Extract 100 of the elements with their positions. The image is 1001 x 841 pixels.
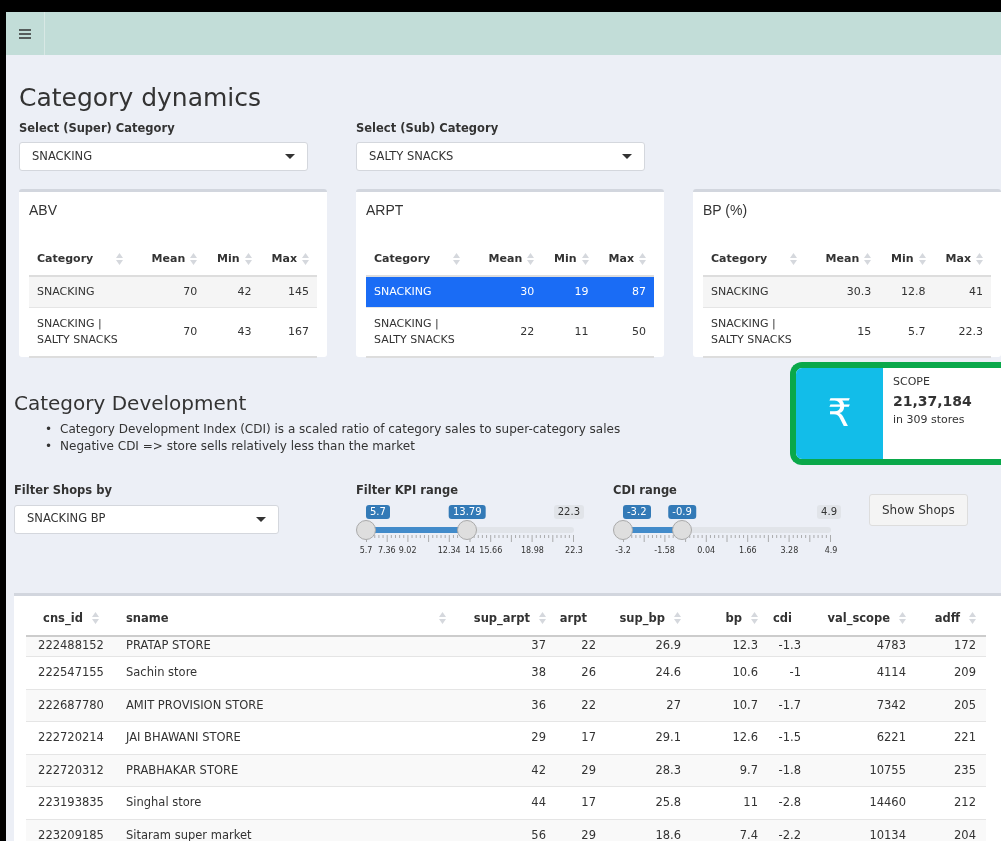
table-cell: 37 <box>456 635 556 657</box>
column-header[interactable]: adff <box>916 603 986 636</box>
scope-label: SCOPE <box>893 374 931 391</box>
table-cell: 29.1 <box>606 721 691 755</box>
table-cell: 42 <box>205 275 260 308</box>
sort-icon[interactable] <box>969 612 976 625</box>
column-header[interactable]: cdi <box>768 603 811 636</box>
range-slider[interactable]: -3.2 -0.9 4.9 -3.2 -1.58 0.04 1.66 3.28 4.9 <box>613 504 841 555</box>
menu-icon[interactable] <box>19 28 31 39</box>
table-cell: 9.7 <box>691 754 768 787</box>
table-cell: SNACKING | SALTY SNACKS <box>703 307 813 357</box>
sort-icon[interactable] <box>751 612 758 625</box>
sort-icon[interactable] <box>976 253 983 266</box>
sort-icon[interactable] <box>190 253 198 266</box>
select-field[interactable]: SALTY SNACKS <box>356 142 645 172</box>
column-header[interactable]: Max <box>259 247 317 276</box>
show-shops-button[interactable]: Show Shops <box>869 494 968 527</box>
table-cell: SNACKING <box>366 275 476 308</box>
slider-handle[interactable] <box>613 519 633 540</box>
table-cell: 29 <box>556 754 606 787</box>
column-header[interactable]: bp <box>691 603 768 636</box>
column-header[interactable]: Min <box>542 247 597 276</box>
table-cell: 15 <box>813 307 880 357</box>
column-header[interactable]: val_scope <box>811 603 916 636</box>
sort-icon[interactable] <box>453 253 461 266</box>
sort-icon[interactable] <box>899 612 906 625</box>
sort-icon[interactable] <box>790 253 798 266</box>
column-header[interactable]: Min <box>879 247 934 276</box>
column-header[interactable]: Mean <box>813 247 880 276</box>
caret-icon <box>285 154 295 160</box>
table-cell: 17 <box>556 721 606 755</box>
column-header[interactable]: Category <box>366 247 476 276</box>
card-title: ABV <box>29 201 58 221</box>
caret-icon <box>256 516 266 522</box>
table-cell: 10755 <box>811 754 916 787</box>
field-label: Select (Super) Category <box>19 120 176 137</box>
table-cell: -1.8 <box>768 754 811 787</box>
column-header[interactable]: Category <box>703 247 813 276</box>
table-cell: 29 <box>456 721 556 755</box>
table-cell: 22 <box>556 689 606 722</box>
column-header[interactable]: Mean <box>139 247 206 276</box>
bullet-text: Category Development Index (CDI) is a scaled ratio of category sales to super-category sales <box>60 421 621 439</box>
table-cell: 12.3 <box>691 635 768 657</box>
slider-handle[interactable] <box>356 519 376 540</box>
table-cell: 17 <box>556 786 606 820</box>
sort-icon[interactable] <box>539 612 546 625</box>
table-cell: 50 <box>596 307 654 357</box>
value-badge: -3.2 <box>623 504 651 519</box>
select-field[interactable]: SNACKING <box>19 142 308 172</box>
column-header[interactable]: Mean <box>476 247 543 276</box>
tick-label: 22.3 <box>565 544 583 557</box>
table-cell: 36 <box>456 689 556 722</box>
sort-icon[interactable] <box>918 253 926 266</box>
sort-icon[interactable] <box>639 253 646 266</box>
table-cell: 11 <box>691 786 768 820</box>
column-header[interactable]: sname <box>116 603 456 636</box>
max-badge: 4.9 <box>817 504 841 519</box>
sort-icon[interactable] <box>91 612 99 625</box>
sort-icon[interactable] <box>302 253 309 266</box>
table-cell: 222488152 <box>26 635 116 657</box>
column-header[interactable]: cns_id <box>26 603 116 636</box>
slider-handle[interactable] <box>672 519 693 540</box>
sort-icon[interactable] <box>581 253 589 266</box>
table-cell: PRABHAKAR STORE <box>116 754 456 787</box>
column-header[interactable]: Max <box>596 247 654 276</box>
field-label: Filter Shops by <box>14 482 113 500</box>
column-header[interactable]: Min <box>205 247 260 276</box>
sort-icon[interactable] <box>439 612 446 625</box>
column-header[interactable]: Category <box>29 247 139 276</box>
table-cell: 221 <box>916 721 986 755</box>
sort-icon[interactable] <box>116 253 124 266</box>
table-cell: 27 <box>606 689 691 722</box>
slider-handle[interactable] <box>457 519 478 540</box>
table-cell: 145 <box>259 275 317 308</box>
table-cell: 222547155 <box>26 656 116 690</box>
table-cell: 4783 <box>811 635 916 657</box>
sort-icon[interactable] <box>244 253 252 266</box>
field-label: Select (Sub) Category <box>356 120 500 137</box>
column-header[interactable]: arpt <box>556 603 606 636</box>
tick-label: -1.58 <box>654 544 675 557</box>
select-field[interactable]: SNACKING BP <box>14 504 279 534</box>
table-cell: 10.7 <box>691 689 768 722</box>
table-cell: 205 <box>916 689 986 722</box>
table-cell: 11 <box>542 307 597 357</box>
table-cell: 172 <box>916 635 986 657</box>
column-header[interactable]: sup_bp <box>606 603 691 636</box>
table-cell: 44 <box>456 786 556 820</box>
table-cell: SNACKING <box>703 275 813 308</box>
column-header[interactable]: sup_arpt <box>456 603 556 636</box>
sort-icon[interactable] <box>674 612 681 625</box>
table-cell: 10134 <box>811 819 916 841</box>
range-slider[interactable]: 5.7 13.79 22.3 5.7 7.36 9.02 12.34 14 15.66 18.98 22.3 <box>356 504 584 555</box>
sort-icon[interactable] <box>864 253 872 266</box>
sort-icon[interactable] <box>527 253 535 266</box>
tick-label: 3.28 <box>780 544 799 557</box>
tick-label: 9.02 <box>398 544 417 557</box>
column-header[interactable]: Max <box>933 247 991 276</box>
table-cell: -1.5 <box>768 721 811 755</box>
table-cell: 7.4 <box>691 819 768 841</box>
table-cell: 25.8 <box>606 786 691 820</box>
